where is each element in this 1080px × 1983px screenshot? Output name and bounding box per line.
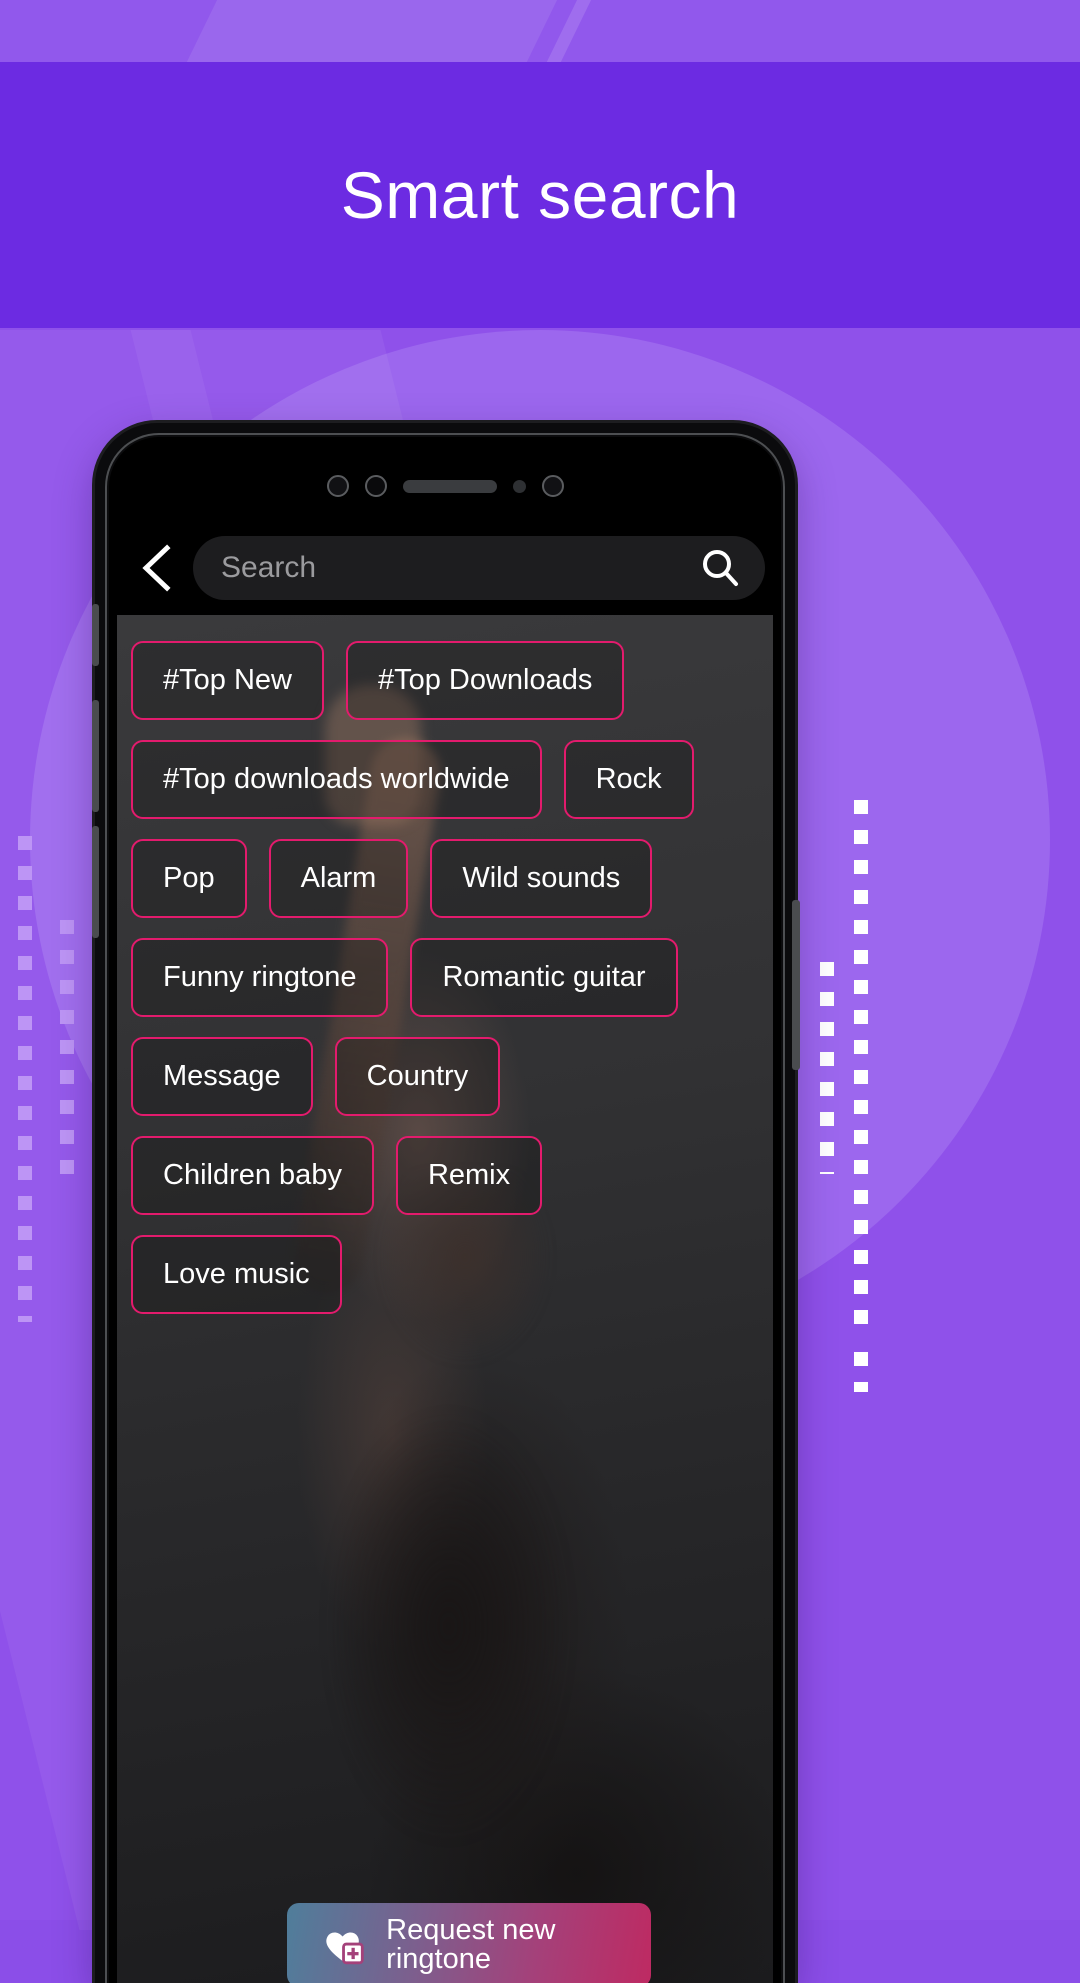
heart-plus-icon (326, 1932, 364, 1965)
tag-chip[interactable]: #Top New (131, 641, 324, 720)
decoration-dots-left-lower (18, 1196, 32, 1322)
phone-volume-up-button[interactable] (92, 700, 99, 812)
phone-volume-down-button[interactable] (92, 826, 99, 938)
app-search-bar: Search (109, 525, 781, 611)
search-button[interactable] (697, 545, 743, 591)
secondary-camera-icon (541, 475, 564, 497)
tag-chip[interactable]: Remix (395, 1136, 543, 1215)
search-icon (703, 550, 738, 586)
search-placeholder: Search (221, 551, 317, 584)
ambient-light-sensor-icon (512, 479, 526, 493)
phone-power-button[interactable] (792, 900, 800, 1070)
decoration-dots-right-outer (854, 800, 868, 1330)
tag-chip[interactable]: Rock (563, 740, 694, 819)
tag-chip-list: #Top New #Top Downloads #Top downloads w… (117, 615, 773, 1314)
search-input[interactable]: Search (193, 536, 765, 600)
back-button[interactable] (125, 537, 187, 599)
phone-sensor-cluster (109, 473, 781, 499)
request-new-ringtone-button[interactable]: Request new ringtone (287, 1903, 651, 1983)
tag-chip[interactable]: Country (334, 1037, 501, 1116)
phone-mockup: Search #Top New #Top Downloads #Top down… (95, 423, 795, 1983)
tag-chip[interactable]: Message (131, 1037, 313, 1116)
tag-chip[interactable]: Children baby (131, 1136, 374, 1215)
tag-chip[interactable]: Wild sounds (430, 839, 653, 918)
decoration-dots-right-inner (820, 962, 834, 1174)
search-suggestions-panel: #Top New #Top Downloads #Top downloads w… (117, 615, 773, 1983)
earpiece-speaker (402, 479, 497, 493)
tag-chip[interactable]: #Top downloads worldwide (131, 740, 542, 819)
phone-screen: Search #Top New #Top Downloads #Top down… (109, 437, 781, 1983)
tag-chip[interactable]: Romantic guitar (410, 938, 678, 1017)
tag-chip[interactable]: Alarm (268, 839, 409, 918)
front-camera-icon (326, 475, 349, 497)
tag-chip[interactable]: #Top Downloads (345, 641, 625, 720)
tag-chip[interactable]: Funny ringtone (131, 938, 389, 1017)
decoration-dots-left-outer (18, 836, 32, 1256)
phone-volume-button[interactable] (92, 604, 99, 666)
tag-chip[interactable]: Pop (131, 839, 247, 918)
decoration-dots-right-tail (854, 1352, 868, 1392)
page-title: Smart search (340, 158, 740, 232)
proximity-sensor-icon (364, 475, 387, 497)
chevron-left-icon (142, 544, 171, 592)
tag-chip[interactable]: Love music (131, 1235, 342, 1314)
decoration-dots-left-inner (60, 920, 74, 1190)
header-banner: Smart search (0, 62, 1080, 328)
request-new-ringtone-label: Request new ringtone (386, 1914, 556, 1975)
